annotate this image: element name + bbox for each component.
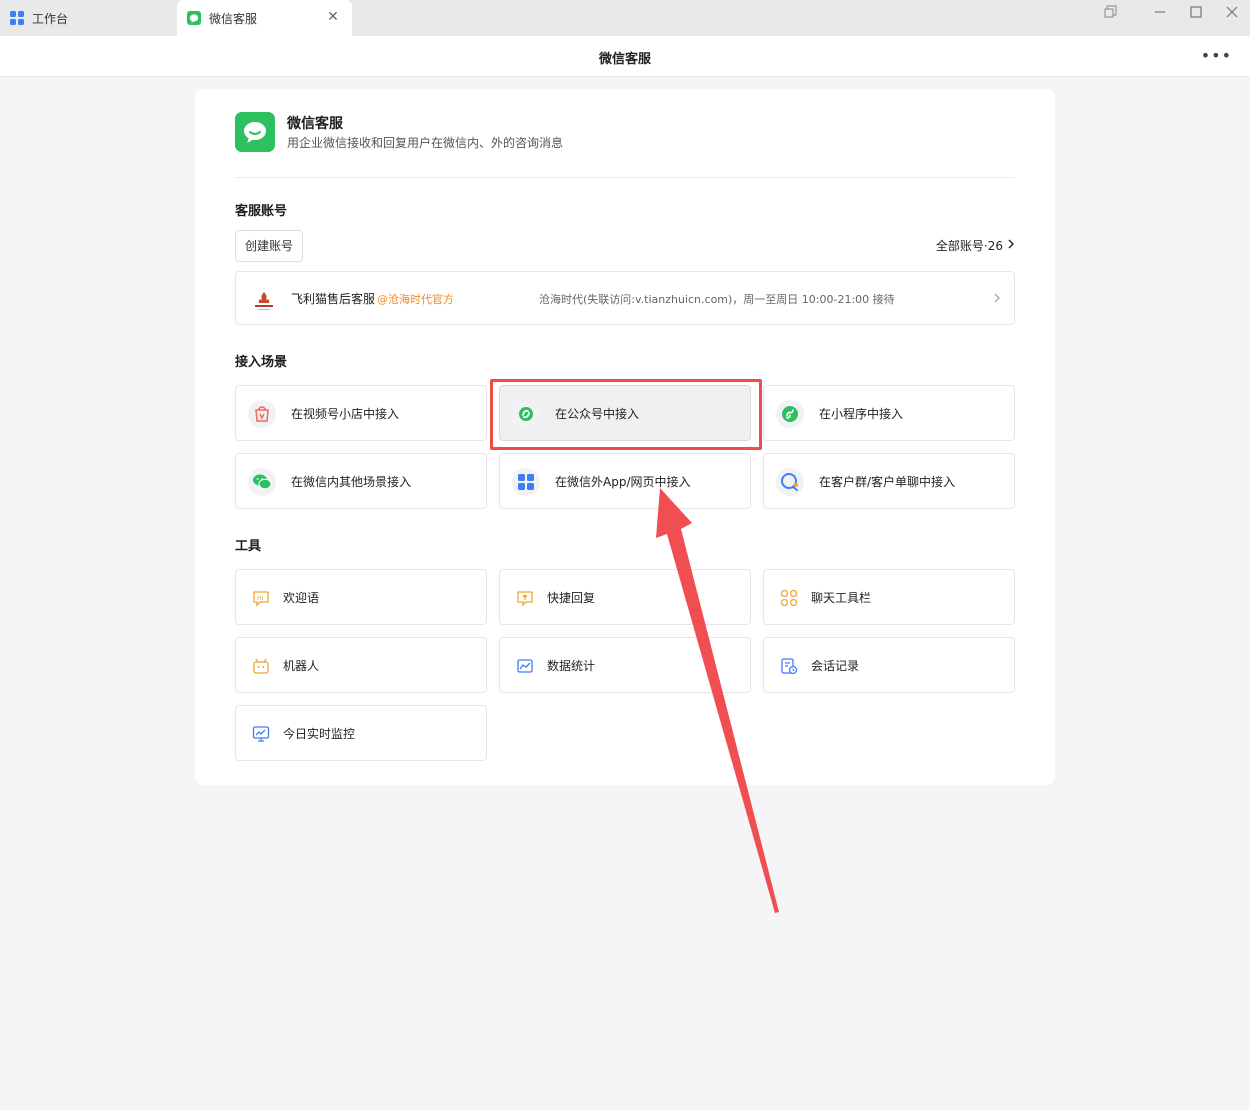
hi-icon: Hi xyxy=(253,591,269,607)
title-bar: 微信客服 ••• xyxy=(0,36,1250,77)
accounts-section-title: 客服账号 xyxy=(235,204,288,219)
account-tag: @沧海时代官方 xyxy=(377,293,455,306)
tab-wechat-service[interactable]: 微信客服 ✕ xyxy=(177,0,352,36)
tab-workbench[interactable]: 工作台 xyxy=(0,0,175,36)
tool-label: 机器人 xyxy=(283,659,320,673)
tool-chat-toolbar[interactable]: 聊天工具栏 xyxy=(763,569,1015,625)
scene-label: 在微信内其他场景接入 xyxy=(291,475,412,489)
close-icon[interactable]: ✕ xyxy=(326,10,340,24)
app-name: 微信客服 xyxy=(287,116,343,132)
tool-label: 数据统计 xyxy=(547,659,596,673)
tool-statistics[interactable]: 数据统计 xyxy=(499,637,751,693)
stats-icon xyxy=(517,659,533,673)
scene-official-account[interactable]: 在公众号中接入 xyxy=(499,385,751,441)
tool-label: 快捷回复 xyxy=(547,591,596,605)
app-grid-icon xyxy=(512,468,540,496)
scene-label: 在客户群/客户单聊中接入 xyxy=(819,475,956,489)
all-accounts-link[interactable]: 全部账号·26 xyxy=(935,237,1014,254)
more-icon[interactable]: ••• xyxy=(1201,46,1232,65)
tab-bar: 工作台 微信客服 ✕ xyxy=(0,0,1250,36)
chevron-right-icon xyxy=(994,293,1000,303)
all-accounts-label: 全部账号·26 xyxy=(935,239,1003,253)
wechat-service-logo-icon xyxy=(235,112,275,152)
wechat-icon xyxy=(248,468,276,496)
scene-external-app[interactable]: 在微信外App/网页中接入 xyxy=(499,453,751,509)
tool-label: 会话记录 xyxy=(811,659,860,673)
official-account-icon xyxy=(512,400,540,428)
account-row[interactable]: 飞利猫售后客服 @沧海时代官方 沧海时代(失联访问:v.tianzhuicn.co… xyxy=(235,271,1015,325)
tool-realtime-monitor[interactable]: 今日实时监控 xyxy=(235,705,487,761)
tool-welcome[interactable]: Hi 欢迎语 xyxy=(235,569,487,625)
chevron-right-icon xyxy=(1008,239,1014,249)
tool-label: 欢迎语 xyxy=(283,591,320,605)
tools-section-title: 工具 xyxy=(235,539,262,554)
restore-window-icon[interactable] xyxy=(1103,4,1119,20)
scene-label: 在微信外App/网页中接入 xyxy=(555,475,691,489)
maximize-icon[interactable] xyxy=(1188,4,1204,20)
window-close-icon[interactable] xyxy=(1224,4,1240,20)
monitor-icon xyxy=(252,726,270,742)
quick-reply-icon xyxy=(517,591,533,607)
scene-label: 在公众号中接入 xyxy=(555,407,640,421)
account-info: 沧海时代(失联访问:v.tianzhuicn.com)，周一至周日 10:00-… xyxy=(539,293,895,306)
toolbar-icon xyxy=(780,589,798,607)
tool-robot[interactable]: 机器人 xyxy=(235,637,487,693)
account-name: 飞利猫售后客服 @沧海时代官方 xyxy=(291,290,454,307)
record-icon xyxy=(781,658,798,675)
minimize-icon[interactable] xyxy=(1152,4,1168,20)
app-description: 用企业微信接收和回复用户在微信内、外的咨询消息 xyxy=(287,136,564,150)
robot-icon xyxy=(253,658,269,674)
main-card: 微信客服 用企业微信接收和回复用户在微信内、外的咨询消息 客服账号 创建账号 全… xyxy=(195,89,1055,785)
tool-quick-reply[interactable]: 快捷回复 xyxy=(499,569,751,625)
tab-wechat-service-label: 微信客服 xyxy=(209,11,258,26)
customer-chat-icon xyxy=(776,468,804,496)
create-account-button[interactable]: 创建账号 xyxy=(235,230,304,262)
tool-session-record[interactable]: 会话记录 xyxy=(763,637,1015,693)
scene-customer-group[interactable]: 在客户群/客户单聊中接入 xyxy=(763,453,1015,509)
scene-video-shop[interactable]: 在视频号小店中接入 xyxy=(235,385,487,441)
tool-label: 今日实时监控 xyxy=(283,727,356,741)
svg-text:Hi: Hi xyxy=(257,595,264,602)
scene-mini-program[interactable]: 在小程序中接入 xyxy=(763,385,1015,441)
video-shop-icon xyxy=(248,400,276,428)
scene-wechat-other[interactable]: 在微信内其他场景接入 xyxy=(235,453,487,509)
mini-program-icon xyxy=(776,400,804,428)
wechat-service-icon xyxy=(187,11,201,25)
tool-label: 聊天工具栏 xyxy=(811,591,872,605)
scene-label: 在小程序中接入 xyxy=(819,407,904,421)
account-name-label: 飞利猫售后客服 xyxy=(291,292,376,306)
tab-workbench-label: 工作台 xyxy=(32,11,69,26)
account-avatar xyxy=(250,286,278,314)
scenes-section-title: 接入场景 xyxy=(235,355,288,370)
app-header: 微信客服 用企业微信接收和回复用户在微信内、外的咨询消息 xyxy=(235,112,1015,178)
scene-label: 在视频号小店中接入 xyxy=(291,407,400,421)
workbench-icon xyxy=(10,11,24,25)
page-title: 微信客服 xyxy=(598,52,651,67)
